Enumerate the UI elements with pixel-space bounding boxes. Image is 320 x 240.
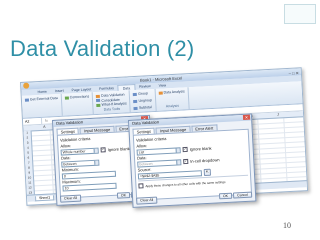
column-header[interactable]: J — [265, 112, 291, 118]
collapse-dialog-icon[interactable]: ⇱ — [203, 168, 211, 177]
name-box[interactable]: A2 — [22, 117, 43, 125]
database-icon — [24, 98, 30, 102]
link-icon — [64, 95, 69, 100]
group-button[interactable]: Group — [133, 91, 152, 96]
validation-icon — [96, 94, 101, 98]
data-tools-label: Data Tools — [103, 106, 121, 112]
office-button-icon[interactable] — [23, 82, 30, 89]
what-if-icon — [96, 103, 101, 107]
apply-all-label: Apply these changes to all other cells w… — [145, 179, 226, 188]
dialog-title: Data Validation — [132, 119, 160, 126]
clear-all-button[interactable]: Clear All — [136, 196, 158, 205]
ok-button[interactable]: OK — [116, 192, 131, 199]
chevron-down-icon — [93, 148, 98, 153]
group-icon — [133, 92, 138, 96]
ribbon-group-external-data: Get External Data — [21, 93, 63, 118]
chevron-down-icon — [176, 159, 181, 165]
ribbon-group-connections: Connections — [61, 92, 95, 116]
slide-title: Data Validation (2) — [10, 36, 195, 61]
data-validation-dialog-b: Data Validation ✕ Settings Input Message… — [128, 113, 257, 208]
ungroup-button[interactable]: Ungroup — [133, 98, 152, 103]
get-external-data-button[interactable]: Get External Data — [24, 96, 58, 102]
ribbon-group-data-tools: Data Validation Consolidate What-If Anal… — [92, 90, 132, 115]
clear-all-button[interactable]: Clear All — [59, 194, 82, 203]
in-cell-dropdown-checkbox[interactable]: ✓ — [183, 158, 189, 165]
analysis-label: Analysis — [165, 103, 180, 109]
ribbon-group-outline: Group Ungroup Subtotal — [129, 88, 157, 113]
dialog-body: Validation criteria Allow: List ✓ Ignore… — [132, 128, 253, 201]
ignore-blank-checkbox[interactable]: ✓ — [182, 146, 188, 153]
decorative-frame — [284, 4, 316, 24]
chevron-down-icon — [175, 147, 180, 153]
ignore-blank-checkbox[interactable]: ✓ — [100, 147, 106, 153]
dialog-title: Data Validation — [56, 119, 84, 126]
apply-all-checkbox[interactable] — [138, 183, 144, 189]
window-controls[interactable]: – □ ✕ — [289, 69, 300, 77]
ok-button[interactable]: OK — [218, 192, 233, 200]
close-icon[interactable]: ✕ — [242, 114, 251, 120]
slide-number: 10 — [283, 221, 291, 230]
connections-button[interactable]: Connections — [64, 94, 89, 100]
data-analysis-button[interactable]: Data Analysis — [158, 89, 185, 95]
sheet-tab[interactable]: Sheet1 — [35, 195, 55, 202]
ribbon-group-analysis: Data Analysis Analysis — [155, 87, 190, 111]
analysis-icon — [158, 91, 163, 95]
ungroup-icon — [133, 99, 138, 103]
chevron-down-icon — [94, 160, 99, 165]
consolidate-icon — [96, 98, 101, 103]
fx-icon[interactable]: fx — [42, 118, 48, 124]
subtotal-icon — [133, 106, 138, 110]
cancel-button[interactable]: Cancel — [233, 191, 253, 199]
window-title: Book1 - Microsoft Excel — [139, 75, 183, 83]
row-headers: 1 2 3 4 5 6 7 8 9 10 11 12 13 14 — [23, 130, 36, 202]
subtotal-button[interactable]: Subtotal — [133, 105, 153, 110]
